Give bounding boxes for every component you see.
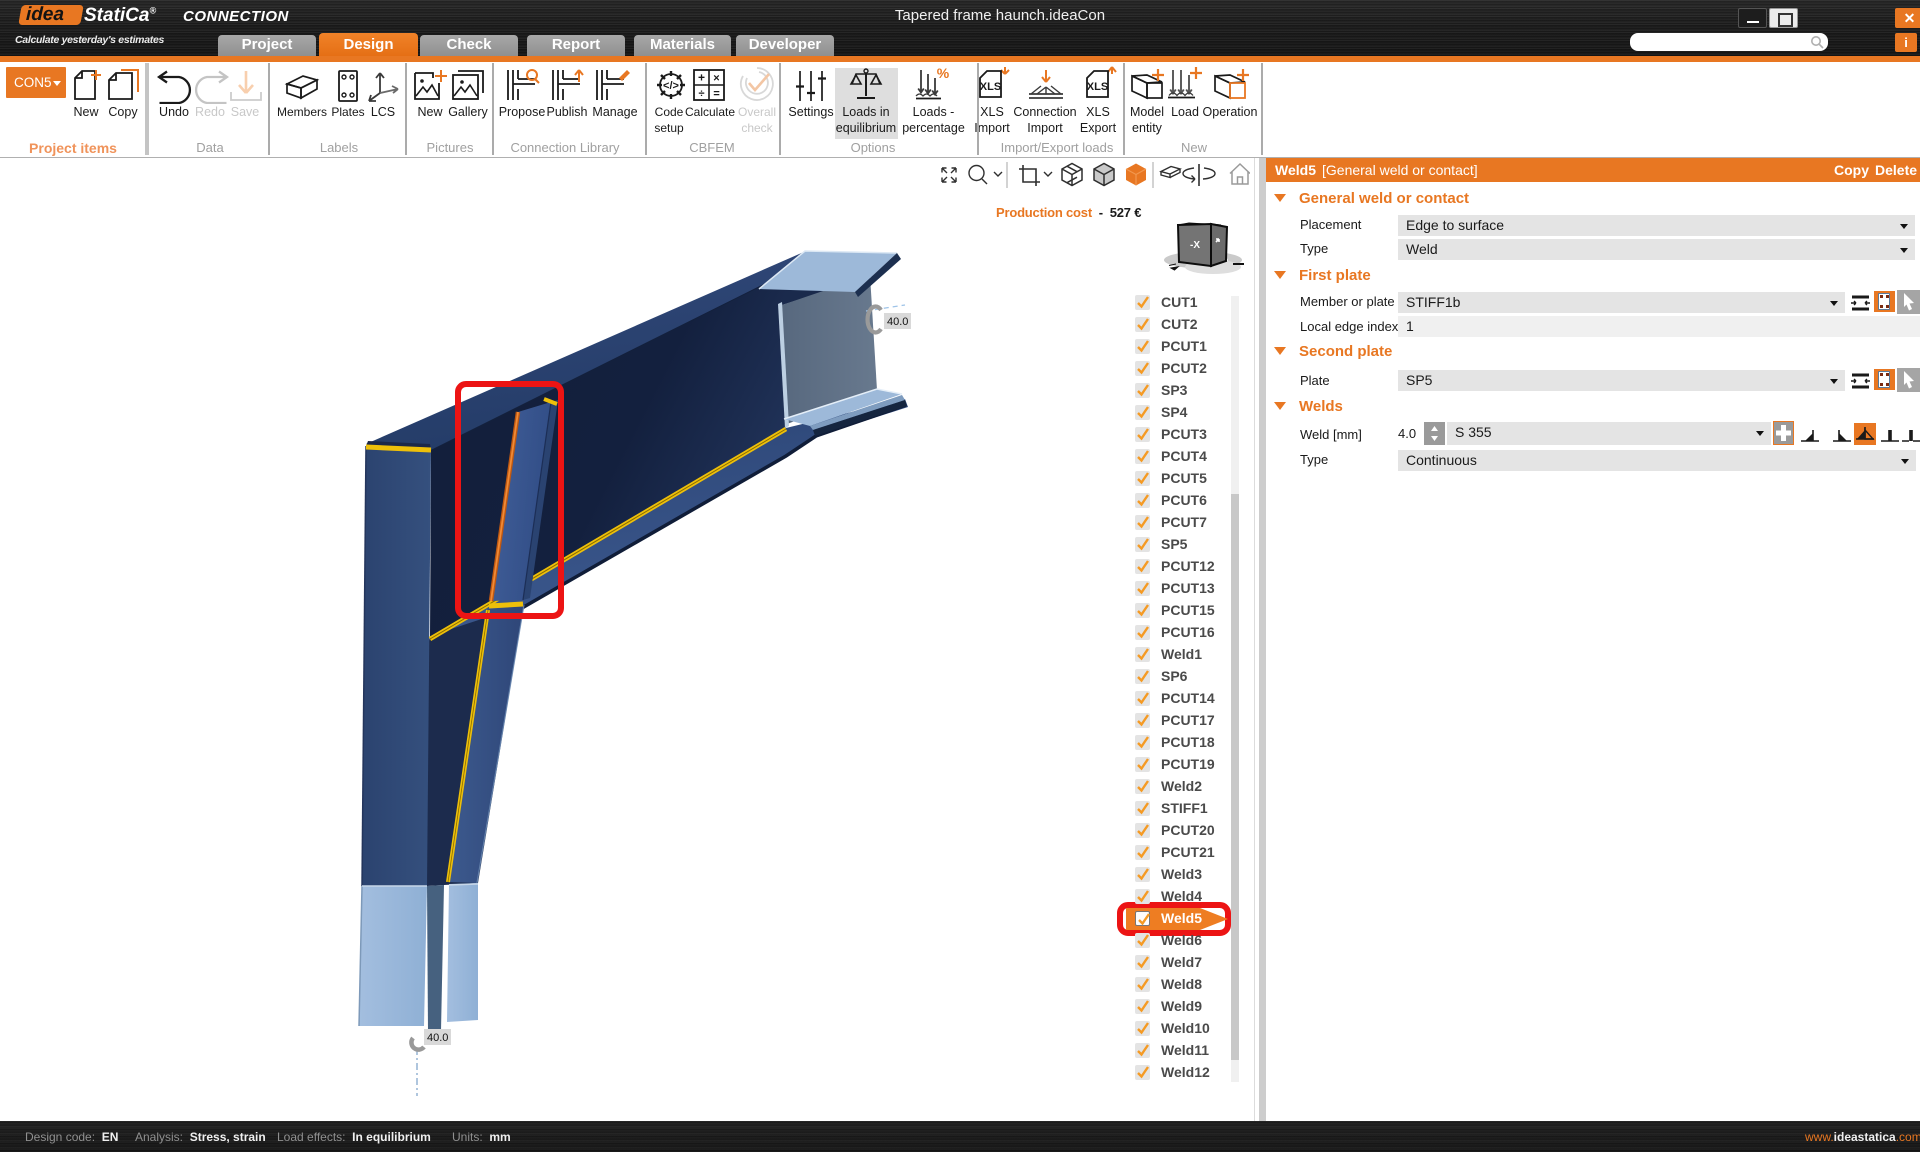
- svg-text:-X: -X: [1190, 240, 1200, 251]
- svg-text:40.0: 40.0: [427, 1032, 448, 1044]
- svg-text:40.0: 40.0: [887, 316, 908, 328]
